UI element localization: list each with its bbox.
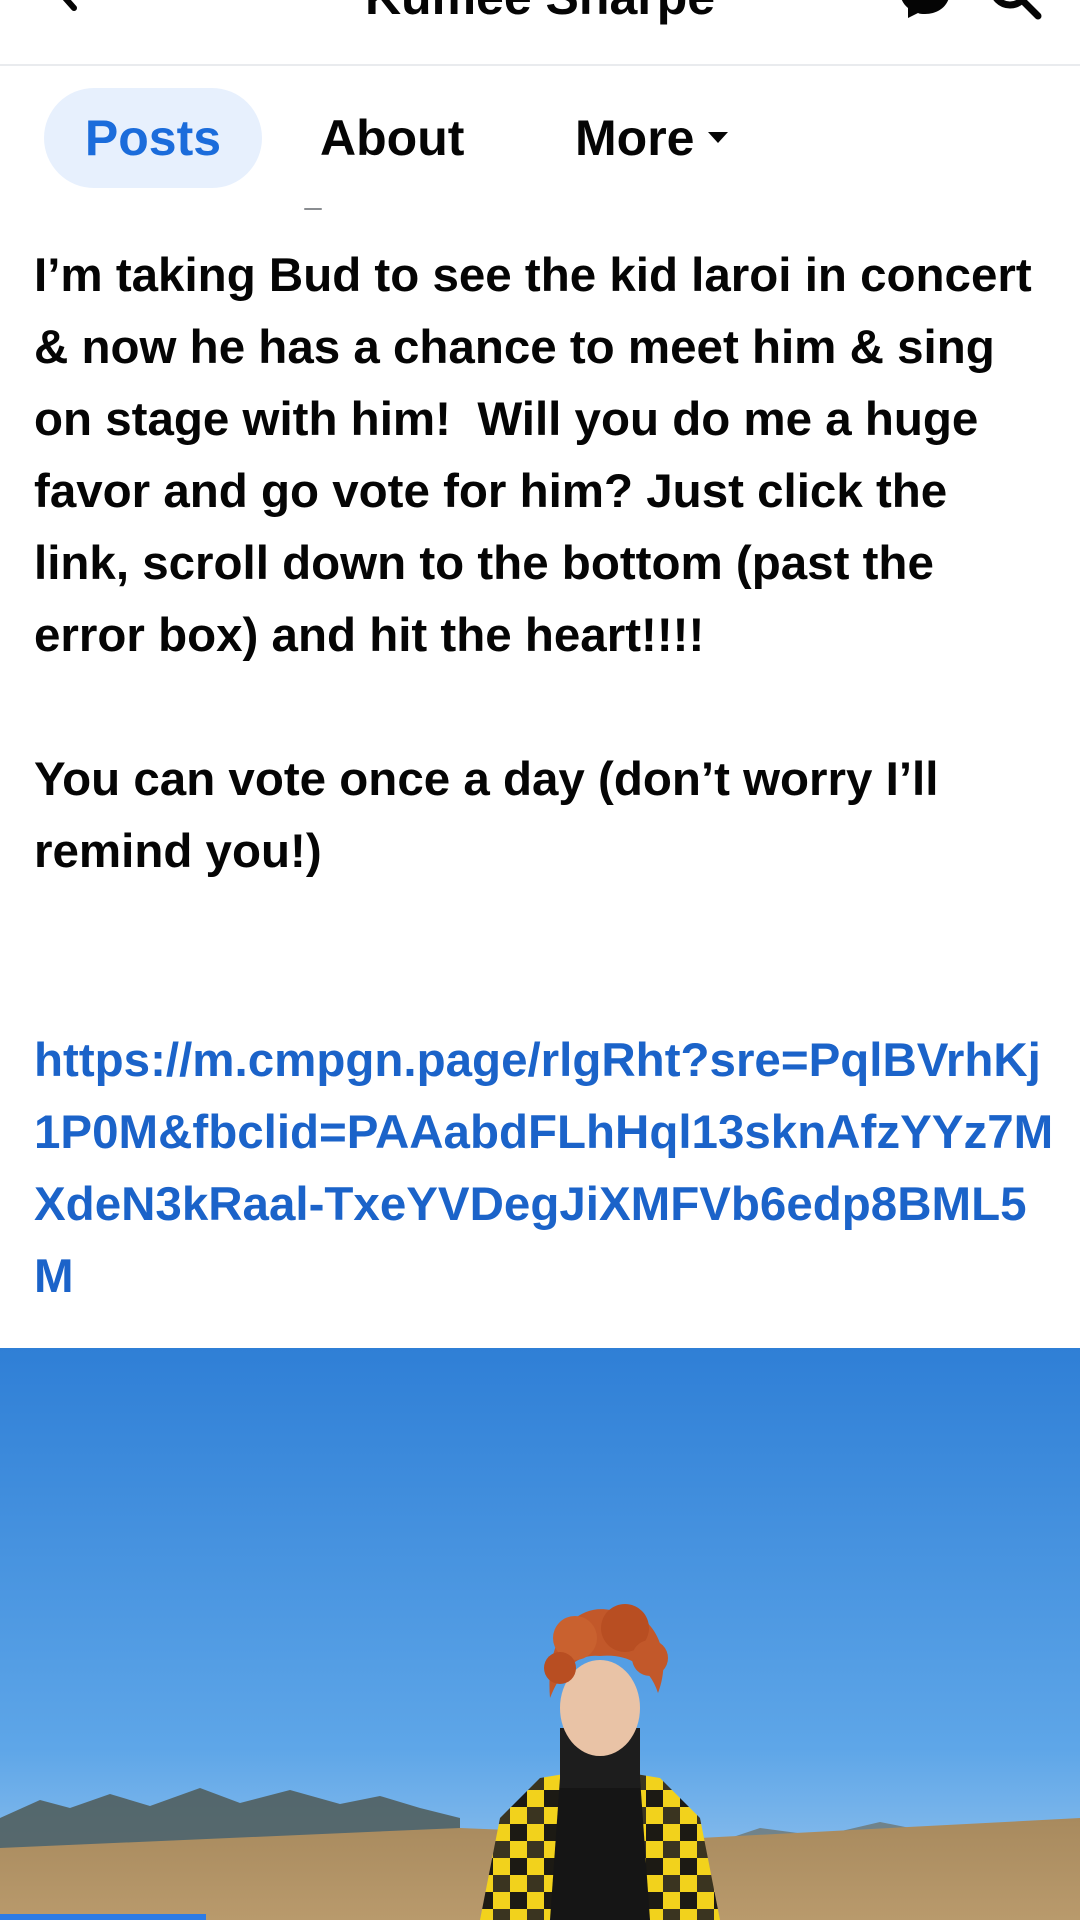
tab-posts[interactable]: Posts [44,88,262,188]
tab-posts-label: Posts [84,110,222,166]
page: Kumee Sharpe Posts About More I’m taking… [0,0,1080,1920]
messenger-icon[interactable] [896,0,954,22]
post-text: I’m taking Bud to see the kid laroi in c… [34,249,1032,878]
scroll-indicator [0,1914,206,1920]
top-nav-bar: Kumee Sharpe [0,0,1080,66]
tab-more-label: More [575,110,695,166]
caret-down-icon [708,132,729,144]
profile-tabs: Posts About More [0,88,1080,188]
post-photo[interactable] [0,1348,1080,1920]
post-link[interactable]: https://m.cmpgn.page/rlgRht?sre=PqlBVrhK… [34,1025,1064,1313]
photo-illustration [0,1348,1080,1920]
tab-about-label: About [320,110,465,166]
tab-more[interactable]: More [575,88,729,188]
search-icon[interactable] [986,0,1044,22]
divider [304,208,322,210]
tab-about[interactable]: About [320,88,464,188]
